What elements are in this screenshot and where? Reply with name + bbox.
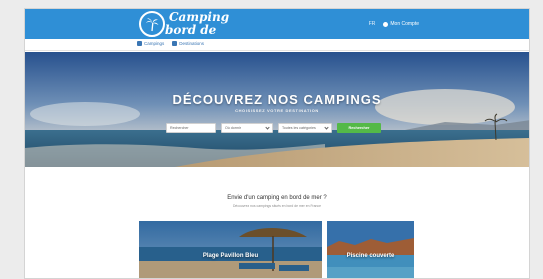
account-label: Mon Compte <box>390 21 419 27</box>
header-actions: FR Mon Compte <box>369 19 419 29</box>
site-logo[interactable]: Camping bord de mer <box>139 10 239 51</box>
search-form: Rechercher Où dormir Toutes les catégori… <box>166 123 381 133</box>
accommodation-type-select[interactable]: Où dormir <box>221 123 273 133</box>
tent-icon <box>137 41 142 46</box>
category-select[interactable]: Toutes les catégories <box>278 123 332 133</box>
logo-text-camping: Camping <box>169 10 230 24</box>
destination-search-input[interactable]: Rechercher <box>166 123 216 133</box>
subnav-item-campings[interactable]: Campings <box>137 41 164 46</box>
subnav-item-destinations[interactable]: Destinations <box>172 41 204 46</box>
browser-viewport: Camping bord de mer FR Mon Compte Campin… <box>24 8 530 279</box>
subnav-item-label: Campings <box>144 41 165 46</box>
chevron-down-icon <box>265 124 270 130</box>
hero-title: DÉCOUVREZ NOS CAMPINGS <box>172 92 382 107</box>
search-button[interactable]: Rechercher <box>337 123 381 133</box>
card-pavillon-bleu[interactable]: Plage Pavillon Bleu <box>139 221 322 278</box>
language-selector[interactable]: FR <box>369 21 376 27</box>
accommodation-type-value: Où dormir <box>225 126 241 130</box>
top-header: Camping bord de mer FR Mon Compte <box>25 9 529 51</box>
hero-subtitle: CHOISISSEZ VOTRE DESTINATION <box>235 108 319 113</box>
user-icon <box>383 21 389 27</box>
section-title: Envie d'un camping en bord de mer ? <box>227 195 327 201</box>
section-subtitle: Découvrez nos campings situés en bord de… <box>232 204 321 208</box>
hero-banner: DÉCOUVREZ NOS CAMPINGS CHOISISSEZ VOTRE … <box>25 52 529 167</box>
beach-umbrella-photo <box>139 221 322 278</box>
palm-tree-icon <box>139 11 165 37</box>
card-piscine-couverte[interactable]: Piscine couverte <box>327 221 414 278</box>
subnav-item-label: Destinations <box>179 41 205 46</box>
secondary-nav: Campings Destinations <box>25 39 529 51</box>
card-label: Piscine couverte <box>346 253 395 259</box>
map-icon <box>172 41 178 46</box>
pool-photo <box>327 221 414 278</box>
account-menu[interactable]: Mon Compte <box>383 21 419 27</box>
category-value: Toutes les catégories <box>282 126 316 130</box>
chevron-down-icon <box>324 124 329 130</box>
card-label: Plage Pavillon Bleu <box>202 253 259 259</box>
destination-placeholder: Rechercher <box>170 126 189 130</box>
